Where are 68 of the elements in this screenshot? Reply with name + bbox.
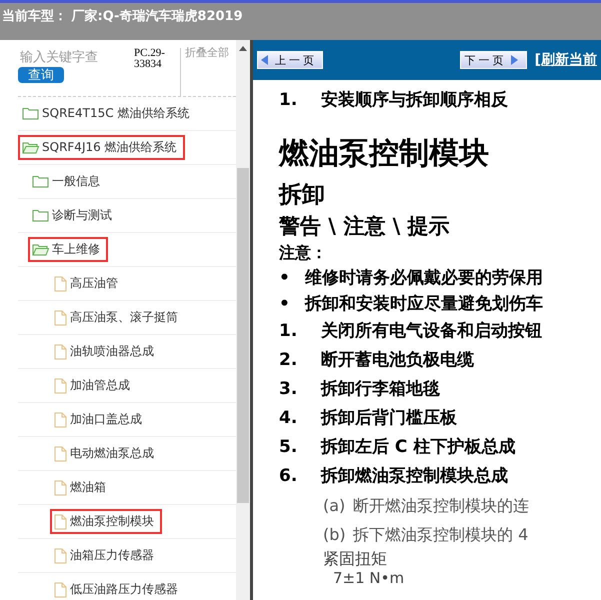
scroll-up-icon[interactable] <box>239 46 247 51</box>
document-text: 断开燃油泵控制模块的连 <box>353 495 529 517</box>
list-number: (b) <box>323 524 347 546</box>
list-number: • <box>279 267 291 290</box>
search-button[interactable]: 查询 <box>18 67 64 83</box>
document-text: 紧固扭矩 <box>323 549 387 569</box>
tree-item[interactable]: 车上维修 <box>28 237 108 262</box>
document-text: 注意： <box>279 242 327 264</box>
document-code: PC.29-33834 <box>134 48 181 96</box>
open-folder-icon <box>22 141 39 154</box>
tree-item[interactable]: 低压油路压力传感器 <box>50 577 186 600</box>
scrollbar-thumb[interactable] <box>237 168 249 503</box>
folder-icon <box>32 209 49 222</box>
right-arrow-icon <box>510 55 518 65</box>
document-text: 7±1 N•m <box>333 569 404 587</box>
tree-item[interactable]: 加油口盖总成 <box>50 407 150 432</box>
list-number: 5. <box>279 436 298 459</box>
document-icon <box>54 548 67 564</box>
list-number: 6. <box>279 465 298 488</box>
list-number: (a) <box>323 495 346 517</box>
list-number: 4. <box>279 407 298 430</box>
list-number: 3. <box>279 378 298 401</box>
list-number: • <box>279 293 291 316</box>
tree-item[interactable]: 燃油箱 <box>50 475 114 500</box>
vehicle-model-label: 当前车型： 厂家:Q-奇瑞汽车瑞虎82019 <box>2 9 243 24</box>
tree-item[interactable]: SQRF4J16 燃油供给系统 <box>18 135 185 160</box>
list-number: 1. <box>279 320 298 343</box>
section-heading: 拆卸 <box>279 181 325 210</box>
tree-item[interactable]: 高压油管 <box>50 271 126 296</box>
document-text: 拆卸左后 C 柱下护板总成 <box>321 436 516 459</box>
tree-item[interactable]: 燃油泵控制模块 <box>50 509 162 534</box>
folder-icon <box>22 107 39 120</box>
previous-page-button[interactable]: 上 一 页 <box>257 51 324 69</box>
next-page-button[interactable]: 下 一 页 <box>460 51 527 69</box>
list-number: 1. <box>279 89 298 112</box>
document-text: 拆下燃油泵控制模块的 4 <box>353 524 528 546</box>
tree-item[interactable]: 电动燃油泵总成 <box>50 441 162 466</box>
section-heading: 警告 \ 注意 \ 提示 <box>279 213 450 240</box>
open-folder-icon <box>32 243 49 256</box>
document-text: 拆卸行李箱地毯 <box>321 378 440 401</box>
document-icon <box>54 514 67 530</box>
document-text: 拆卸和安装时应尽量避免划伤车 <box>305 293 543 316</box>
tree-item[interactable]: 油箱压力传感器 <box>50 543 162 568</box>
document-icon <box>54 446 67 462</box>
left-arrow-icon <box>261 55 269 65</box>
document-icon <box>54 344 67 360</box>
tree-item[interactable]: 诊断与测试 <box>28 203 120 228</box>
document-icon <box>54 412 67 428</box>
tree-item[interactable]: 加油管总成 <box>50 373 138 398</box>
document-icon <box>54 276 67 292</box>
document-title: 燃油泵控制模块 <box>279 135 489 173</box>
list-number: 2. <box>279 349 298 372</box>
tree-item[interactable]: 高压油泵、滚子挺筒 <box>50 305 186 330</box>
document-icon <box>54 378 67 394</box>
document-text: 拆卸后背门槛压板 <box>321 407 457 430</box>
document-icon <box>54 582 67 598</box>
tree-item[interactable]: SQRE4T15C 燃油供给系统 <box>18 101 198 126</box>
folder-icon <box>32 175 49 188</box>
document-text: 断开蓄电池负极电缆 <box>321 349 474 372</box>
refresh-link[interactable]: [刷新当前 <box>534 51 597 69</box>
document-text: 关闭所有电气设备和启动按钮 <box>321 320 542 343</box>
tree-item[interactable]: 一般信息 <box>28 169 108 194</box>
tree-item[interactable]: 油轨喷油器总成 <box>50 339 162 364</box>
document-text: 维修时请务必佩戴必要的劳保用 <box>305 267 543 290</box>
document-text: 安装顺序与拆卸顺序相反 <box>321 89 508 112</box>
document-icon <box>54 310 67 326</box>
document-text: 拆卸燃油泵控制模块总成 <box>321 465 508 488</box>
document-icon <box>54 480 67 496</box>
